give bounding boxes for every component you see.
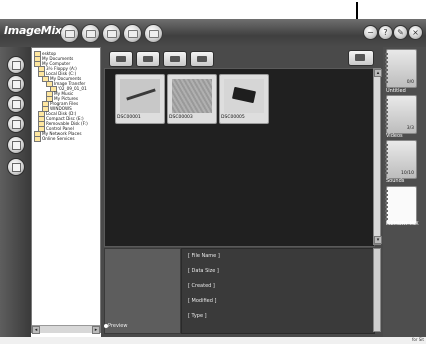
photo-icon (116, 56, 126, 62)
thumbnail-image (224, 79, 264, 113)
thumbnail-item[interactable]: DSC00001 (115, 74, 165, 124)
arrow-down-icon: ▾ (376, 237, 380, 243)
cd-nav-button[interactable] (7, 95, 25, 113)
transfer-icon (355, 54, 365, 61)
thumbnail-vertical-scrollbar[interactable]: ▴ ▾ (373, 68, 382, 245)
dvd-icon (12, 163, 21, 172)
close-button[interactable]: × (408, 25, 423, 40)
album-videos[interactable]: 3/3 (385, 95, 417, 134)
help-button[interactable]: ? (378, 25, 393, 40)
thumbnail-caption: DSC00001 (117, 115, 141, 120)
preview-label: Preview (108, 323, 128, 329)
sound-icon (170, 56, 180, 62)
folder-tree[interactable]: esktop My Documents My Computer 3½ Flopp… (31, 47, 101, 333)
web-button[interactable] (123, 24, 142, 43)
binder-icon (385, 53, 388, 84)
print-icon (85, 29, 96, 38)
album-untitled[interactable]: 0/0 (385, 49, 417, 88)
printer-icon (12, 141, 21, 150)
mail-button[interactable] (102, 24, 121, 43)
wrench-icon: ✎ (397, 28, 404, 37)
settings-button[interactable] (144, 24, 163, 43)
info-modified: [ Modified ] (188, 298, 217, 304)
thumbnail-caption: DSC00005 (221, 115, 245, 120)
scroll-right-button[interactable]: ▸ (92, 326, 100, 334)
scroll-down-button[interactable]: ▾ (374, 236, 382, 244)
help-icon: ? (383, 28, 388, 37)
arrow-right-icon: ▸ (94, 327, 98, 333)
print-button[interactable] (81, 24, 100, 43)
album-sounds[interactable]: 10/10 (385, 140, 417, 179)
info-data-size: [ Data Size ] (188, 268, 219, 274)
slideshow-filter-button[interactable] (190, 51, 214, 67)
album-label: Untitled (386, 88, 406, 94)
info-created: [ Created ] (188, 283, 215, 289)
scroll-left-button[interactable]: ◂ (32, 326, 40, 334)
camera-icon (12, 80, 21, 89)
info-vertical-scrollbar[interactable] (373, 248, 381, 332)
tree-item[interactable]: Online Services (34, 136, 75, 142)
print-nav-button[interactable] (7, 136, 25, 154)
tools-nav-button[interactable] (7, 115, 25, 133)
video-icon (143, 56, 153, 62)
dvd-nav-button[interactable] (7, 158, 25, 176)
sound-filter-button[interactable] (163, 51, 187, 67)
tools-icon (12, 120, 21, 129)
photo-filter-button[interactable] (109, 51, 133, 67)
web-icon (127, 29, 138, 38)
settings-icon (148, 29, 159, 38)
binder-icon (385, 144, 388, 175)
file-info-panel (181, 248, 375, 334)
video-filter-button[interactable] (136, 51, 160, 67)
mail-icon (106, 29, 117, 38)
tools-button[interactable]: ✎ (393, 25, 408, 40)
status-text: for Sit (412, 337, 424, 342)
home-button[interactable] (60, 24, 79, 43)
arrow-left-icon: ◂ (34, 327, 38, 333)
camera-nav-button[interactable] (7, 75, 25, 93)
transfer-to-album-button[interactable] (348, 50, 374, 66)
tree-horizontal-scrollbar[interactable]: ◂ ▸ (32, 325, 100, 334)
slideshow-icon (197, 56, 207, 62)
info-file-name: [ File Name ] (188, 253, 220, 259)
home-icon (64, 29, 75, 38)
info-type: [ Type ] (188, 313, 207, 319)
album-label: Videos (386, 133, 403, 139)
thumbnail-item[interactable]: DSC00003 (167, 74, 217, 124)
album-icon (12, 61, 21, 70)
album-memory-mix[interactable] (385, 186, 417, 225)
binder-icon (385, 99, 388, 130)
thumbnail-image (172, 79, 212, 113)
thumbnail-caption: DSC00003 (169, 115, 193, 120)
minimize-button[interactable]: − (363, 25, 378, 40)
arrow-up-icon: ▴ (376, 70, 380, 76)
close-icon: × (412, 28, 419, 37)
binder-icon (385, 190, 388, 221)
cd-icon (12, 100, 21, 109)
minimize-icon: − (367, 28, 374, 37)
thumbnail-item[interactable]: DSC00005 (219, 74, 269, 124)
album-label: Sounds (386, 178, 405, 184)
album-nav-button[interactable] (7, 56, 25, 74)
thumbnail-image (120, 79, 160, 113)
preview-panel (104, 248, 181, 334)
album-label: MEMORY MIX (386, 221, 419, 227)
globe-icon (34, 136, 41, 142)
scroll-up-button[interactable]: ▴ (374, 69, 382, 77)
status-bar (0, 337, 426, 344)
